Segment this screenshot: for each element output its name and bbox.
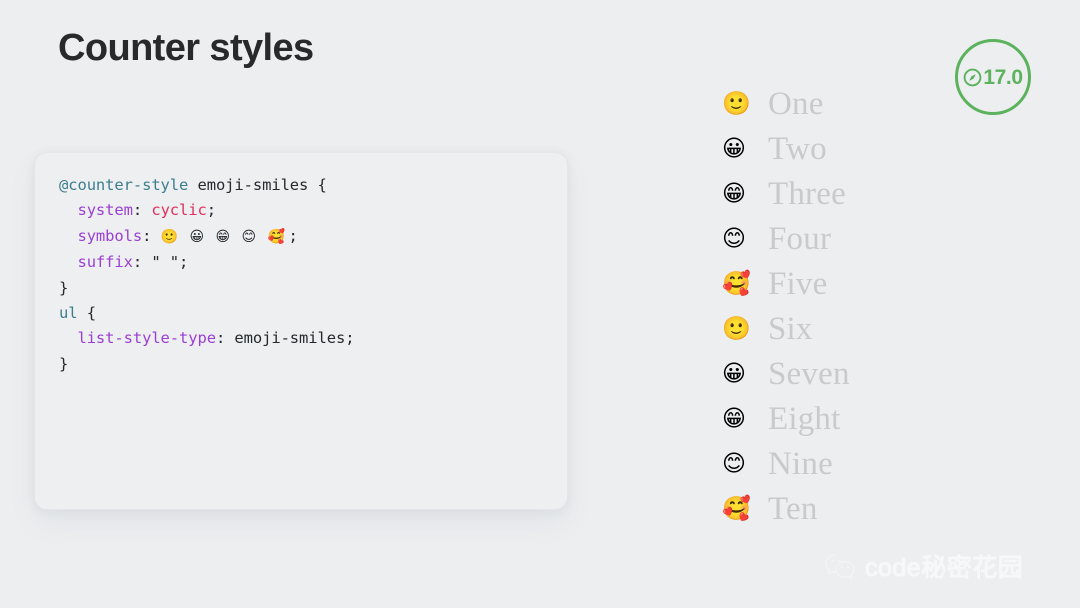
list-item: 😀 Seven bbox=[722, 352, 1022, 397]
list-item: 🥰 Ten bbox=[722, 487, 1022, 532]
code-line: ul { bbox=[59, 301, 354, 326]
list-item: 😁 Three bbox=[722, 172, 1022, 217]
code-token-plain: } bbox=[59, 278, 69, 297]
code-token-value: cyclic bbox=[151, 201, 207, 220]
list-marker-emoji-icon: 🙂 bbox=[722, 316, 751, 342]
list-item-label: Four bbox=[768, 221, 832, 257]
code-line: @counter-style emoji-smiles { bbox=[59, 173, 354, 198]
list-item-label: Two bbox=[768, 131, 827, 167]
code-line: system: cyclic; bbox=[59, 198, 354, 223]
code-token-prop: list-style-type bbox=[77, 329, 216, 348]
code-token-selector: ul bbox=[59, 304, 78, 323]
css-code-block: @counter-style emoji-smiles { system: cy… bbox=[59, 173, 355, 377]
code-token-plain: { bbox=[77, 304, 96, 323]
list-item: 😁 Eight bbox=[722, 397, 1022, 442]
list-item: 😊 Nine bbox=[722, 442, 1022, 487]
code-token-plain: emoji-smiles { bbox=[188, 176, 327, 194]
list-item: 🥰 Five bbox=[722, 262, 1022, 307]
code-token-plain: : bbox=[142, 226, 161, 245]
list-item-label: Three bbox=[768, 176, 846, 212]
list-item-label: One bbox=[768, 86, 824, 122]
list-marker-emoji-icon: 🥰 bbox=[722, 496, 751, 522]
page-title: Counter styles bbox=[58, 27, 314, 69]
list-item-label: Nine bbox=[768, 446, 833, 482]
code-token-atrule: @counter-style bbox=[59, 176, 189, 194]
code-token-plain: : emoji-smiles; bbox=[215, 329, 355, 348]
code-token-plain: : bbox=[132, 201, 152, 220]
code-token-prop: system bbox=[77, 201, 133, 220]
code-token-prop: suffix bbox=[77, 253, 133, 272]
list-item-label: Five bbox=[768, 266, 828, 302]
code-token-prop: symbols bbox=[77, 226, 143, 245]
watermark: code秘密花园 bbox=[824, 548, 1023, 584]
list-item: 😀 Two bbox=[722, 127, 1022, 172]
list-marker-emoji-icon: 🥰 bbox=[722, 271, 751, 297]
code-token-plain: ; bbox=[288, 226, 298, 245]
list-marker-emoji-icon: 😊 bbox=[722, 451, 746, 477]
list-marker-emoji-icon: 😀 bbox=[722, 136, 746, 162]
list-item-label: Ten bbox=[768, 491, 818, 527]
code-card: @counter-style emoji-smiles { system: cy… bbox=[34, 152, 568, 510]
list-item: 🙂 Six bbox=[722, 307, 1022, 352]
list-item-label: Seven bbox=[768, 356, 850, 392]
code-token-emoji: 🙂 😀 😁 😊 🥰 bbox=[160, 228, 289, 245]
list-marker-emoji-icon: 😁 bbox=[722, 181, 746, 207]
code-line: symbols: 🙂 😀 😁 😊 🥰; bbox=[59, 224, 354, 250]
list-item: 😊 Four bbox=[722, 217, 1022, 262]
code-line: suffix: " "; bbox=[59, 250, 354, 275]
list-marker-emoji-icon: 😁 bbox=[722, 406, 746, 432]
code-line: } bbox=[59, 276, 354, 301]
code-token-plain: } bbox=[59, 354, 69, 373]
wechat-icon bbox=[825, 553, 855, 579]
counter-style-demo-list: 🙂 One 😀 Two 😁 Three 😊 Four 🥰 Five 🙂 Six 😀 Seven 😁 Eight… bbox=[722, 82, 1022, 532]
list-item-label: Eight bbox=[768, 401, 841, 437]
list-marker-emoji-icon: 😀 bbox=[722, 361, 746, 387]
code-token-plain: : " "; bbox=[132, 253, 189, 272]
code-line: list-style-type: emoji-smiles; bbox=[59, 326, 354, 351]
list-item-label: Six bbox=[768, 311, 813, 347]
watermark-text: code秘密花园 bbox=[864, 554, 1024, 583]
code-line: } bbox=[59, 352, 354, 377]
list-marker-emoji-icon: 🙂 bbox=[722, 91, 751, 117]
code-token-plain: ; bbox=[206, 201, 216, 220]
list-marker-emoji-icon: 😊 bbox=[722, 226, 746, 252]
list-item: 🙂 One bbox=[722, 82, 1022, 127]
